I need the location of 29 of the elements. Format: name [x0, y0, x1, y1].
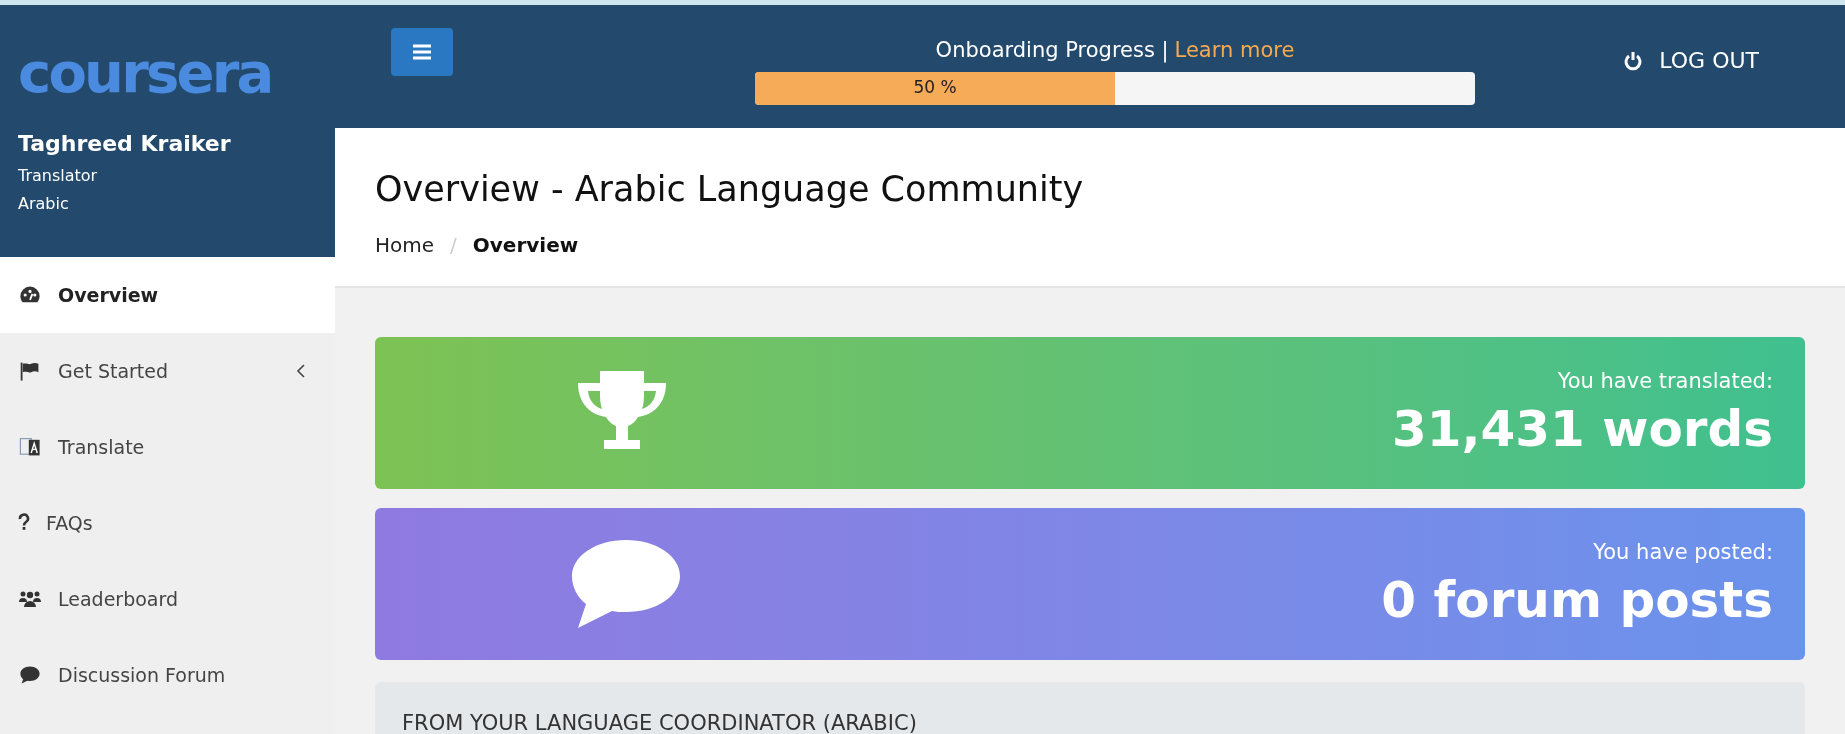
sidebar-item[interactable]: FAQs [0, 485, 335, 561]
logout-button[interactable]: LOG OUT [1623, 44, 1759, 77]
menu-button[interactable] [391, 28, 453, 76]
speech-bubble-icon [570, 538, 682, 630]
user-name: Taghreed Kraiker [18, 130, 231, 158]
stat-caption: You have translated: [1557, 368, 1773, 395]
learn-more-link[interactable]: Learn more [1174, 35, 1295, 67]
stat-value: 31,431 words [1391, 398, 1773, 460]
sidebar-item[interactable]: Translate [0, 409, 335, 485]
sidebar-item[interactable]: Get Started [0, 333, 335, 409]
power-icon [1623, 50, 1644, 71]
progress-text: 50 % [913, 76, 957, 100]
question-icon [18, 513, 30, 533]
menu-icon [412, 44, 432, 60]
coursera-logo: coursera [18, 45, 272, 101]
breadcrumb-separator: / [450, 231, 457, 259]
sidebar-item[interactable]: Discussion Forum [0, 637, 335, 713]
breadcrumb-item[interactable]: Overview [472, 229, 579, 260]
sidebar-item[interactable]: Overview [0, 257, 335, 333]
breadcrumb-item[interactable]: Home [375, 229, 435, 260]
progress-label: Onboarding Progress | [935, 37, 1169, 65]
user-role: Translator [18, 165, 98, 187]
page-title: Overview - Arabic Language Community [375, 168, 1084, 211]
sidebar-item[interactable]: Leaderboard [0, 561, 335, 637]
stat-caption: You have posted: [1593, 539, 1773, 566]
user-language: Arabic [18, 193, 69, 215]
users-icon [18, 589, 42, 609]
stat-value: 0 forum posts [1381, 569, 1773, 631]
panel-title: FROM YOUR LANGUAGE COORDINATOR (ARABIC) [402, 711, 917, 734]
